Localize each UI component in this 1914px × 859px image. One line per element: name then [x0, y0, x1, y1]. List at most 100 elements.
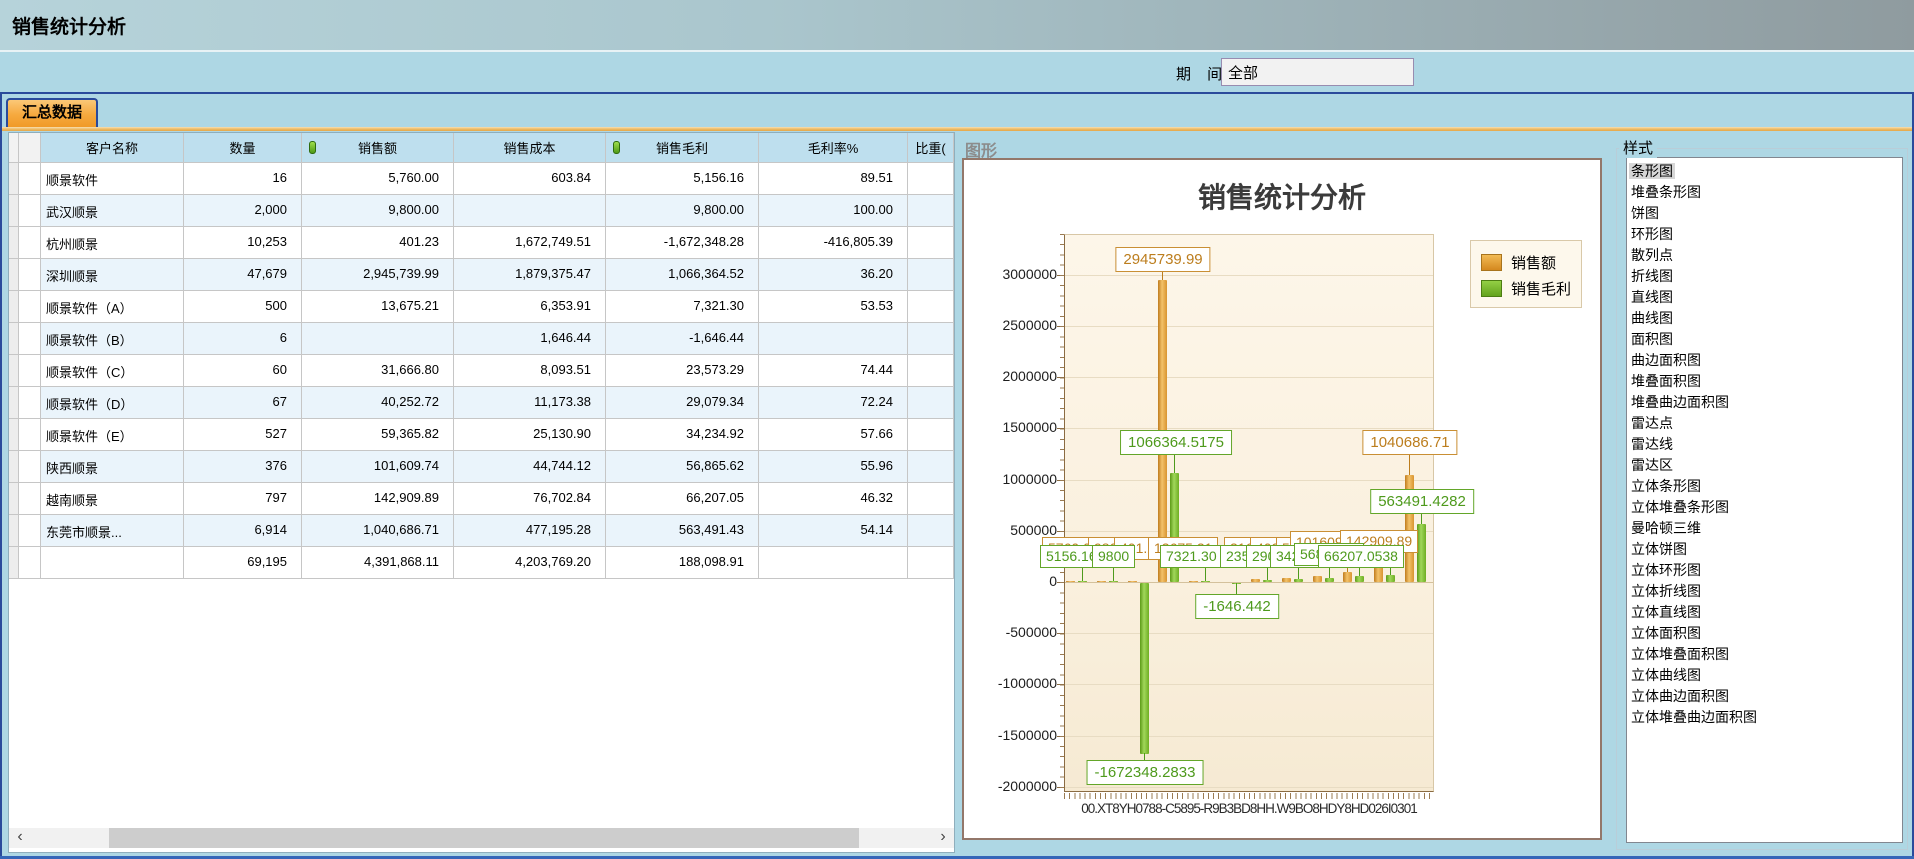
table-cell[interactable]: [908, 355, 954, 387]
table-row[interactable]: 武汉顺景2,0009,800.009,800.00100.00: [9, 195, 954, 227]
table-cell[interactable]: [9, 259, 19, 291]
header-cell[interactable]: 销售成本: [454, 133, 606, 163]
table-cell[interactable]: [908, 163, 954, 195]
header-cell[interactable]: 客户名称: [41, 133, 184, 163]
table-cell[interactable]: 603.84: [454, 163, 606, 195]
scroll-right-icon[interactable]: ›: [932, 828, 954, 848]
style-option[interactable]: 立体堆叠面积图: [1629, 644, 1902, 665]
table-cell[interactable]: [9, 515, 19, 547]
style-option[interactable]: 折线图: [1629, 266, 1902, 287]
table-cell[interactable]: 76,702.84: [454, 483, 606, 515]
style-option[interactable]: 雷达线: [1629, 434, 1902, 455]
table-cell[interactable]: 越南顺景: [41, 483, 184, 515]
header-cell[interactable]: 比重(: [908, 133, 954, 163]
table-cell[interactable]: [19, 547, 41, 579]
style-option[interactable]: 立体环形图: [1629, 560, 1902, 581]
table-cell[interactable]: [908, 259, 954, 291]
style-option[interactable]: 曲线图: [1629, 308, 1902, 329]
table-cell[interactable]: 55.96: [759, 451, 908, 483]
scroll-left-icon[interactable]: ‹: [9, 828, 31, 848]
table-cell[interactable]: [9, 355, 19, 387]
table-cell[interactable]: [908, 387, 954, 419]
table-row[interactable]: 深圳顺景47,6792,945,739.991,879,375.471,066,…: [9, 259, 954, 291]
style-option[interactable]: 立体饼图: [1629, 539, 1902, 560]
table-cell[interactable]: 16: [184, 163, 302, 195]
table-cell[interactable]: 顺景软件: [41, 163, 184, 195]
table-cell[interactable]: 89.51: [759, 163, 908, 195]
table-cell[interactable]: 797: [184, 483, 302, 515]
style-listbox[interactable]: 条形图堆叠条形图饼图环形图散列点折线图直线图曲线图面积图曲边面积图堆叠面积图堆叠…: [1626, 157, 1903, 843]
table-cell[interactable]: 9,800.00: [606, 195, 759, 227]
scrollbar-thumb[interactable]: [109, 828, 859, 848]
table-cell[interactable]: 563,491.43: [606, 515, 759, 547]
table-cell[interactable]: [454, 195, 606, 227]
table-cell[interactable]: [908, 195, 954, 227]
style-option[interactable]: 堆叠曲边面积图: [1629, 392, 1902, 413]
table-cell[interactable]: [9, 323, 19, 355]
style-option[interactable]: 立体条形图: [1629, 476, 1902, 497]
header-cell[interactable]: 销售额: [302, 133, 454, 163]
table-cell[interactable]: 500: [184, 291, 302, 323]
table-cell[interactable]: 401.23: [302, 227, 454, 259]
table-cell[interactable]: [19, 515, 41, 547]
table-cell[interactable]: 100.00: [759, 195, 908, 227]
table-cell[interactable]: 40,252.72: [302, 387, 454, 419]
table-cell[interactable]: 376: [184, 451, 302, 483]
table-cell[interactable]: 101,609.74: [302, 451, 454, 483]
style-option[interactable]: 堆叠条形图: [1629, 182, 1902, 203]
style-option[interactable]: 立体面积图: [1629, 623, 1902, 644]
table-cell[interactable]: 46.32: [759, 483, 908, 515]
table-cell[interactable]: 2,000: [184, 195, 302, 227]
style-option[interactable]: 散列点: [1629, 245, 1902, 266]
table-cell[interactable]: 顺景软件（E）: [41, 419, 184, 451]
table-cell[interactable]: [908, 515, 954, 547]
table-cell[interactable]: [9, 195, 19, 227]
table-cell[interactable]: 60: [184, 355, 302, 387]
table-cell[interactable]: [19, 419, 41, 451]
header-cell[interactable]: [19, 133, 41, 163]
table-cell[interactable]: 74.44: [759, 355, 908, 387]
table-cell[interactable]: [19, 387, 41, 419]
table-row[interactable]: 顺景软件（C）6031,666.808,093.5123,573.2974.44: [9, 355, 954, 387]
table-cell[interactable]: 527: [184, 419, 302, 451]
table-cell[interactable]: [908, 227, 954, 259]
table-row[interactable]: 越南顺景797142,909.8976,702.8466,207.0546.32: [9, 483, 954, 515]
table-cell[interactable]: 188,098.91: [606, 547, 759, 579]
table-cell[interactable]: 54.14: [759, 515, 908, 547]
table-cell[interactable]: 59,365.82: [302, 419, 454, 451]
table-cell[interactable]: 69,195: [184, 547, 302, 579]
table-cell[interactable]: 6,353.91: [454, 291, 606, 323]
table-cell[interactable]: 29,079.34: [606, 387, 759, 419]
table-cell[interactable]: [41, 547, 184, 579]
table-cell[interactable]: 57.66: [759, 419, 908, 451]
table-cell[interactable]: [19, 195, 41, 227]
table-cell[interactable]: 5,156.16: [606, 163, 759, 195]
table-cell[interactable]: 2,945,739.99: [302, 259, 454, 291]
style-option[interactable]: 雷达点: [1629, 413, 1902, 434]
table-cell[interactable]: 13,675.21: [302, 291, 454, 323]
style-option[interactable]: 饼图: [1629, 203, 1902, 224]
style-option[interactable]: 立体曲边面积图: [1629, 686, 1902, 707]
style-option[interactable]: 曼哈顿三维: [1629, 518, 1902, 539]
table-row[interactable]: 顺景软件（B）61,646.44-1,646.44: [9, 323, 954, 355]
table-cell[interactable]: [9, 483, 19, 515]
table-cell[interactable]: 顺景软件（A）: [41, 291, 184, 323]
table-cell[interactable]: 陕西顺景: [41, 451, 184, 483]
style-option[interactable]: 立体堆叠曲边面积图: [1629, 707, 1902, 728]
style-option[interactable]: 曲边面积图: [1629, 350, 1902, 371]
style-option[interactable]: 环形图: [1629, 224, 1902, 245]
header-cell[interactable]: 数量: [184, 133, 302, 163]
table-cell[interactable]: [908, 451, 954, 483]
table-cell[interactable]: 8,093.51: [454, 355, 606, 387]
style-option[interactable]: 面积图: [1629, 329, 1902, 350]
table-cell[interactable]: 72.24: [759, 387, 908, 419]
header-cell[interactable]: 销售毛利: [606, 133, 759, 163]
table-cell[interactable]: [9, 291, 19, 323]
table-cell[interactable]: 东莞市顺景...: [41, 515, 184, 547]
table-cell[interactable]: 1,646.44: [454, 323, 606, 355]
table-cell[interactable]: [9, 419, 19, 451]
table-cell[interactable]: 9,800.00: [302, 195, 454, 227]
table-cell[interactable]: [19, 451, 41, 483]
header-cell[interactable]: [9, 133, 19, 163]
table-cell[interactable]: 47,679: [184, 259, 302, 291]
